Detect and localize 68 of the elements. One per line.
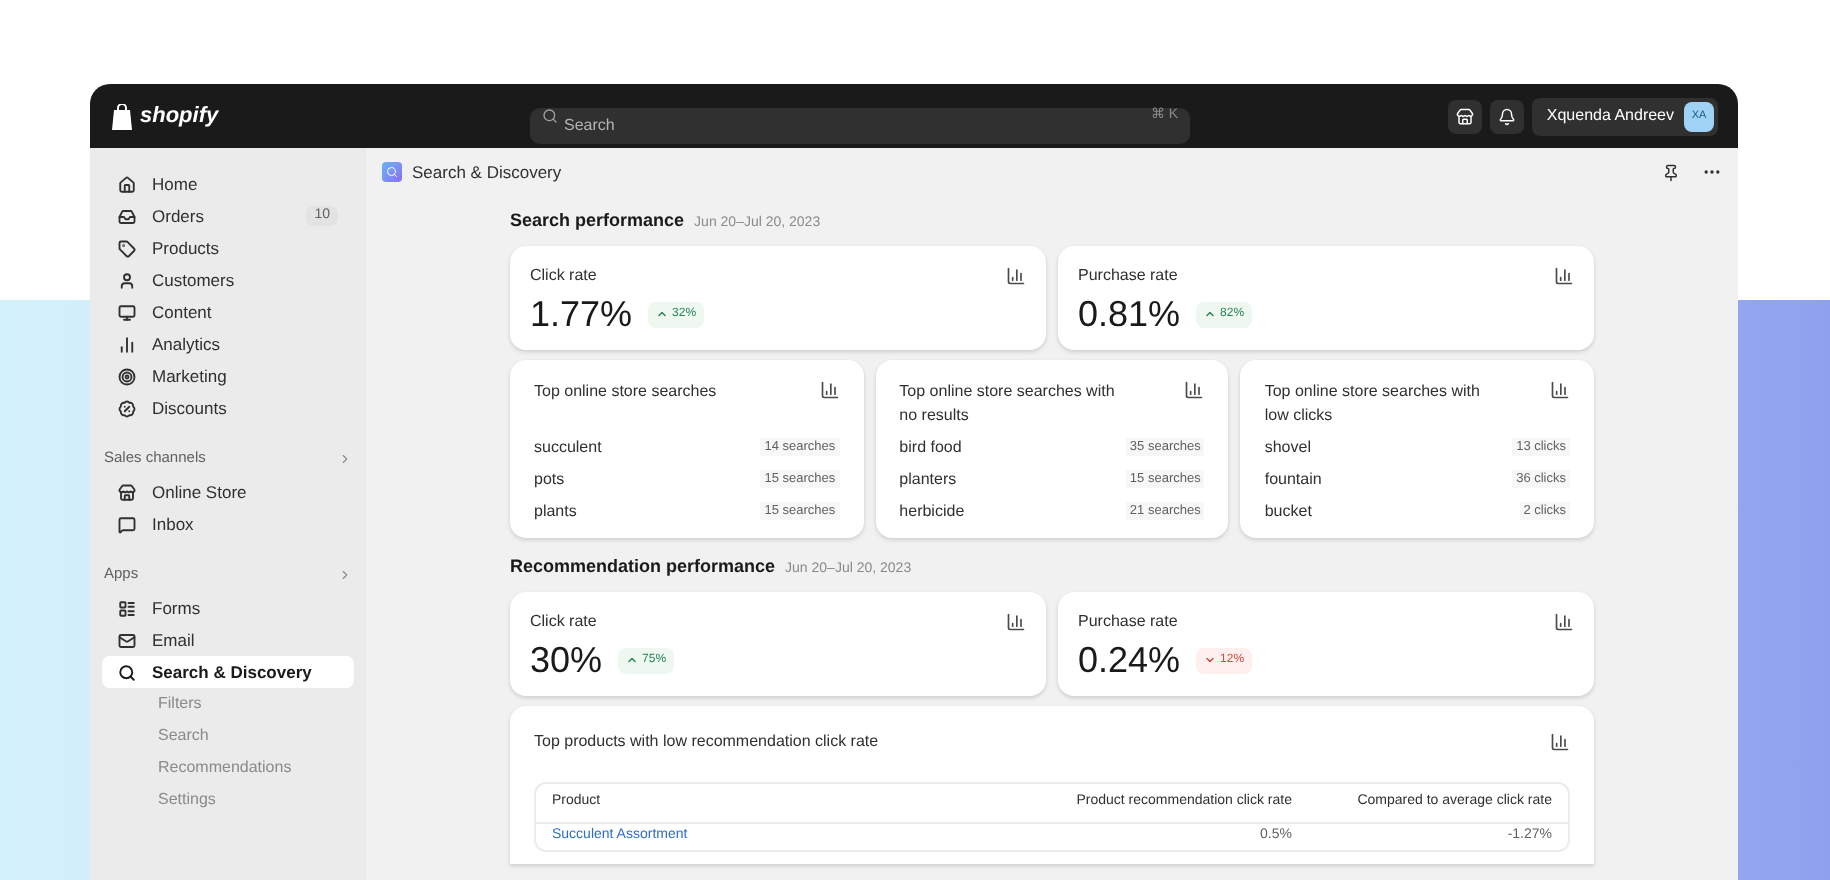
metric-label: Click rate (530, 264, 597, 288)
chevron-icon[interactable] (338, 567, 352, 581)
metric-value: 30% (530, 642, 603, 678)
search-term: succulent (534, 435, 602, 459)
chart-icon[interactable] (1554, 612, 1574, 632)
app-icon (382, 162, 402, 182)
search-term: plants (534, 499, 577, 523)
store-button[interactable] (1448, 99, 1483, 133)
target-icon (118, 367, 136, 385)
card-title: Top products with low recommendation click rate (534, 730, 879, 754)
sidebar-item[interactable]: Analytics (102, 328, 354, 360)
sidebar-item[interactable]: Discounts (102, 392, 354, 424)
sidebar-item[interactable]: Forms (102, 592, 354, 624)
sidebar-item[interactable]: Search & Discovery (102, 656, 354, 688)
badge-icon (118, 399, 136, 417)
inbox-icon (118, 207, 136, 225)
tag-icon (118, 239, 136, 257)
search-term: herbicide (899, 499, 965, 523)
bell-icon (1498, 107, 1517, 125)
search-term: pots (534, 467, 565, 491)
search-icon (542, 108, 558, 124)
sidebar-item[interactable]: Products (102, 232, 354, 264)
metric-value: 0.81% (1078, 296, 1181, 332)
search-term: shovel (1264, 435, 1311, 459)
chart-icon[interactable] (1550, 732, 1570, 752)
monitor-icon (118, 303, 136, 321)
sidebar-item[interactable]: Marketing (102, 360, 354, 392)
logo-text: shopify (140, 101, 219, 132)
sidebar-item[interactable]: Home (102, 168, 354, 200)
metric-value: 1.77% (530, 296, 633, 332)
section-title: Search performance (510, 208, 685, 234)
chart-icon[interactable] (1006, 612, 1026, 632)
sidebar-item[interactable]: Content (102, 296, 354, 328)
store-icon (118, 483, 136, 501)
card-title: Top online store searches (534, 380, 719, 404)
metric-value: 0.24% (1078, 642, 1181, 678)
search-term: bird food (899, 435, 962, 459)
store-icon (1456, 107, 1475, 125)
mail-icon (118, 631, 136, 649)
chevron-icon[interactable] (338, 451, 352, 465)
chart-icon[interactable] (819, 380, 840, 400)
page-title: Search & Discovery (412, 159, 562, 185)
sidebar-item[interactable]: Email (102, 624, 354, 656)
chart-icon[interactable] (1554, 266, 1574, 286)
pin-icon[interactable] (1662, 163, 1680, 181)
form-icon (118, 599, 136, 617)
chat-icon (118, 515, 136, 533)
notification-button[interactable] (1490, 99, 1525, 133)
metric-label: Purchase rate (1078, 610, 1178, 634)
search-term: bucket (1264, 499, 1312, 523)
metric-label: Click rate (530, 610, 597, 634)
sidebar-item[interactable]: Customers (102, 264, 354, 296)
search-icon (118, 663, 136, 681)
person-icon (118, 271, 136, 289)
section-title: Recommendation performance (510, 554, 776, 580)
sidebar-item[interactable]: Inbox (102, 508, 354, 540)
card-title: Top online store searches with low clicks (1264, 380, 1482, 428)
shopping-bag-icon (110, 103, 134, 129)
bar-chart-icon (118, 335, 136, 353)
home-icon (118, 175, 136, 193)
card-title: Top online store searches with no results (899, 380, 1117, 428)
chart-icon[interactable] (1006, 266, 1026, 286)
search-term: planters (899, 467, 957, 491)
search-term: fountain (1264, 467, 1322, 491)
sidebar-item[interactable]: Online Store (102, 476, 354, 508)
metric-label: Purchase rate (1078, 264, 1178, 288)
chart-icon[interactable] (1184, 380, 1205, 400)
chart-icon[interactable] (1550, 380, 1571, 400)
